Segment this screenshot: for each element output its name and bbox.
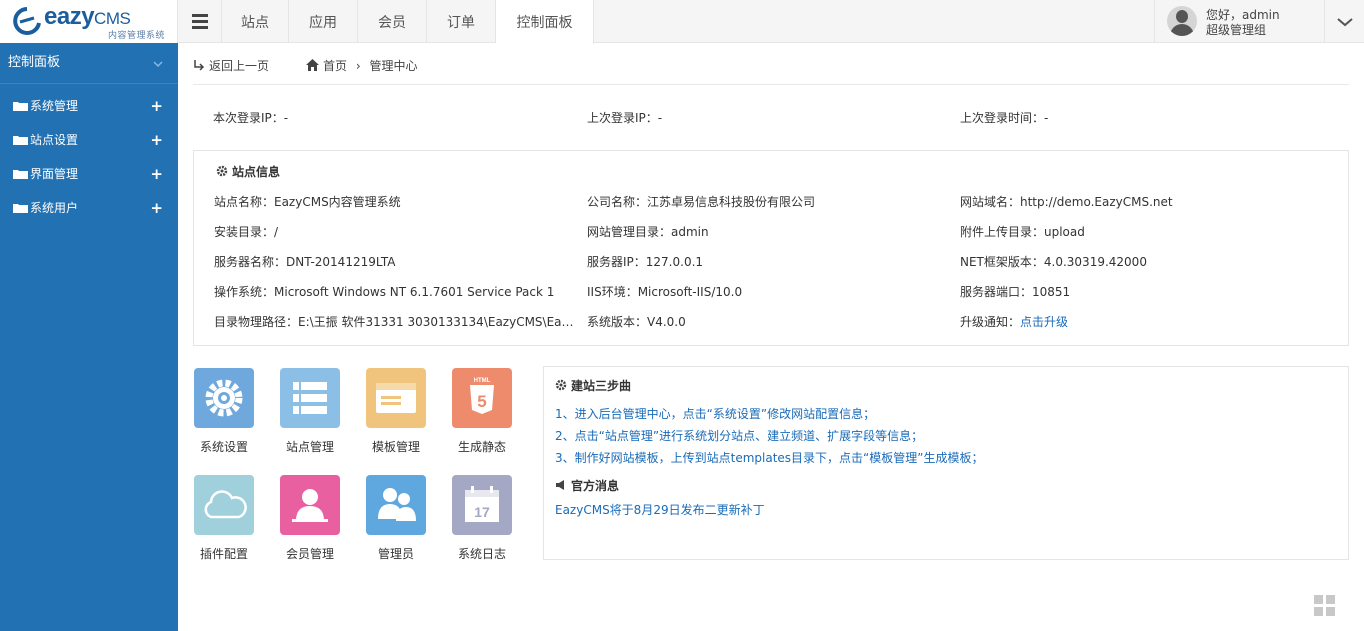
breadcrumb-trail: 首页 › 管理中心 bbox=[306, 57, 418, 74]
back-arrow-icon bbox=[194, 60, 205, 71]
step-2[interactable]: 2、点击“站点管理”进行系统划分站点、建立频道、扩展字段等信息； bbox=[555, 427, 923, 444]
upgrade-link[interactable]: 点击升级 bbox=[1020, 315, 1068, 329]
top-bar: eazyCMS 内容管理系统 站点 应用 会员 订单 控制面板 您好，admin… bbox=[0, 0, 1364, 44]
info-iis: IIS环境：Microsoft-IIS/10.0 bbox=[587, 285, 743, 299]
calendar-icon: 17 bbox=[465, 486, 499, 522]
info-net-version: NET框架版本：4.0.30319.42000 bbox=[960, 255, 1147, 269]
expand-icon: + bbox=[150, 131, 163, 149]
main-content: 返回上一页 首页 › 管理中心 本次登录IP：- 上次登录IP：- 上次登录时间… bbox=[178, 43, 1364, 631]
svg-text:5: 5 bbox=[477, 392, 486, 411]
last-login-ip: 上次登录IP：- bbox=[587, 111, 663, 125]
folder-icon bbox=[13, 102, 28, 111]
step-3[interactable]: 3、制作好网站模板，上传到站点templates目录下，点击“模板管理”生成模板… bbox=[555, 449, 984, 466]
grid-icon[interactable] bbox=[1314, 595, 1336, 617]
logo-subtitle: 内容管理系统 bbox=[108, 31, 166, 41]
tab-sites[interactable]: 站点 bbox=[222, 0, 289, 43]
info-server-name: 服务器名称：DNT-20141219LTA bbox=[214, 255, 396, 269]
hamburger-icon bbox=[192, 14, 208, 17]
last-login-time: 上次登录时间：- bbox=[960, 111, 1049, 125]
sidebar-header[interactable]: 控制面板 bbox=[0, 43, 178, 84]
info-admin-dir: 网站管理目录：admin bbox=[587, 225, 709, 239]
tile-plugin-config[interactable]: 插件配置 bbox=[192, 475, 256, 562]
info-os: 操作系统：Microsoft Windows NT 6.1.7601 Servi… bbox=[214, 285, 555, 299]
gear-icon bbox=[205, 379, 243, 417]
tile-system-settings[interactable]: 系统设置 bbox=[192, 368, 256, 455]
expand-icon: + bbox=[150, 97, 163, 115]
gear-icon bbox=[216, 165, 228, 177]
menu-toggle-button[interactable] bbox=[178, 0, 222, 43]
chevron-down-icon bbox=[1337, 18, 1353, 27]
info-company: 公司名称：江苏卓易信息科技股份有限公司 bbox=[587, 195, 816, 209]
user-role: 超级管理组 bbox=[1206, 23, 1267, 37]
expand-icon: + bbox=[150, 165, 163, 183]
folder-icon bbox=[13, 170, 28, 179]
tile-template-management[interactable]: 模板管理 bbox=[364, 368, 428, 455]
news-title: 官方消息 bbox=[555, 477, 619, 494]
folder-icon bbox=[13, 204, 28, 213]
site-info-panel: 站点信息 站点名称：EazyCMS内容管理系统 公司名称：江苏卓易信息科技股份有… bbox=[193, 150, 1349, 346]
info-site-name: 站点名称：EazyCMS内容管理系统 bbox=[214, 195, 401, 209]
info-upgrade: 升级通知：点击升级 bbox=[960, 315, 1069, 329]
logo-text: eazyCMS bbox=[44, 3, 131, 30]
sidebar-item-site-settings[interactable]: 站点设置 + bbox=[0, 123, 178, 157]
sidebar: 控制面板 系统管理 + 站点设置 + 界面管理 + 系统用户 + bbox=[0, 43, 178, 631]
tile-site-management[interactable]: 站点管理 bbox=[278, 368, 342, 455]
breadcrumb-home[interactable]: 首页 bbox=[323, 59, 347, 73]
user-menu[interactable]: 您好，admin 超级管理组 bbox=[1154, 0, 1324, 43]
gear-icon bbox=[555, 379, 567, 391]
steps-title: 建站三步曲 bbox=[555, 377, 631, 394]
svg-text:17: 17 bbox=[474, 504, 490, 520]
info-upload-dir: 附件上传目录：upload bbox=[960, 225, 1085, 239]
info-server-ip: 服务器IP：127.0.0.1 bbox=[587, 255, 704, 269]
steps-panel: 建站三步曲 1、进入后台管理中心，点击“系统设置”修改网站配置信息； 2、点击“… bbox=[543, 366, 1349, 560]
sidebar-item-system[interactable]: 系统管理 + bbox=[0, 89, 178, 123]
info-domain: 网站域名：http://demo.EazyCMS.net bbox=[960, 195, 1173, 209]
list-icon bbox=[293, 382, 327, 414]
html5-icon: HTML 5 bbox=[470, 378, 494, 414]
sidebar-item-interface[interactable]: 界面管理 + bbox=[0, 157, 178, 191]
home-icon bbox=[306, 59, 319, 71]
top-nav: 站点 应用 会员 订单 控制面板 bbox=[222, 0, 594, 44]
chevron-down-icon bbox=[153, 61, 163, 68]
member-icon bbox=[292, 489, 328, 522]
news-item[interactable]: EazyCMS将于8月29日发布二更新补丁 bbox=[555, 501, 765, 518]
expand-icon: + bbox=[150, 199, 163, 217]
cloud-icon bbox=[204, 490, 247, 519]
current-login-ip: 本次登录IP：- bbox=[213, 111, 289, 125]
user-dropdown-button[interactable] bbox=[1324, 0, 1364, 43]
tile-member-management[interactable]: 会员管理 bbox=[278, 475, 342, 562]
admins-icon bbox=[378, 488, 416, 521]
info-port: 服务器端口：10851 bbox=[960, 285, 1071, 299]
logo-mark-icon bbox=[13, 7, 41, 35]
info-system-version: 系统版本：V4.0.0 bbox=[587, 315, 686, 329]
back-link[interactable]: 返回上一页 bbox=[193, 57, 269, 74]
tab-orders[interactable]: 订单 bbox=[427, 0, 496, 43]
svg-text:HTML: HTML bbox=[474, 378, 491, 384]
template-icon bbox=[376, 383, 416, 413]
megaphone-icon bbox=[556, 480, 564, 490]
tile-generate-static[interactable]: HTML 5 生成静态 bbox=[450, 368, 514, 455]
folder-icon bbox=[13, 136, 28, 145]
step-1[interactable]: 1、进入后台管理中心，点击“系统设置”修改网站配置信息； bbox=[555, 405, 875, 422]
tab-control-panel[interactable]: 控制面板 bbox=[496, 0, 594, 44]
info-install-dir: 安装目录：/ bbox=[214, 225, 279, 239]
site-info-title: 站点信息 bbox=[216, 163, 280, 180]
breadcrumb-current: 管理中心 bbox=[369, 59, 418, 73]
breadcrumb: 返回上一页 首页 › 管理中心 bbox=[193, 43, 1349, 85]
tile-system-log[interactable]: 17 系统日志 bbox=[450, 475, 514, 562]
tab-members[interactable]: 会员 bbox=[358, 0, 427, 43]
tile-administrators[interactable]: 管理员 bbox=[364, 475, 428, 562]
info-physical-path: 目录物理路径：E:\王振 软件31331 3030133134\EazyCMS\… bbox=[214, 315, 576, 329]
avatar bbox=[1167, 6, 1197, 36]
sidebar-item-users[interactable]: 系统用户 + bbox=[0, 191, 178, 225]
tab-apps[interactable]: 应用 bbox=[289, 0, 358, 43]
logo[interactable]: eazyCMS 内容管理系统 bbox=[0, 0, 178, 43]
